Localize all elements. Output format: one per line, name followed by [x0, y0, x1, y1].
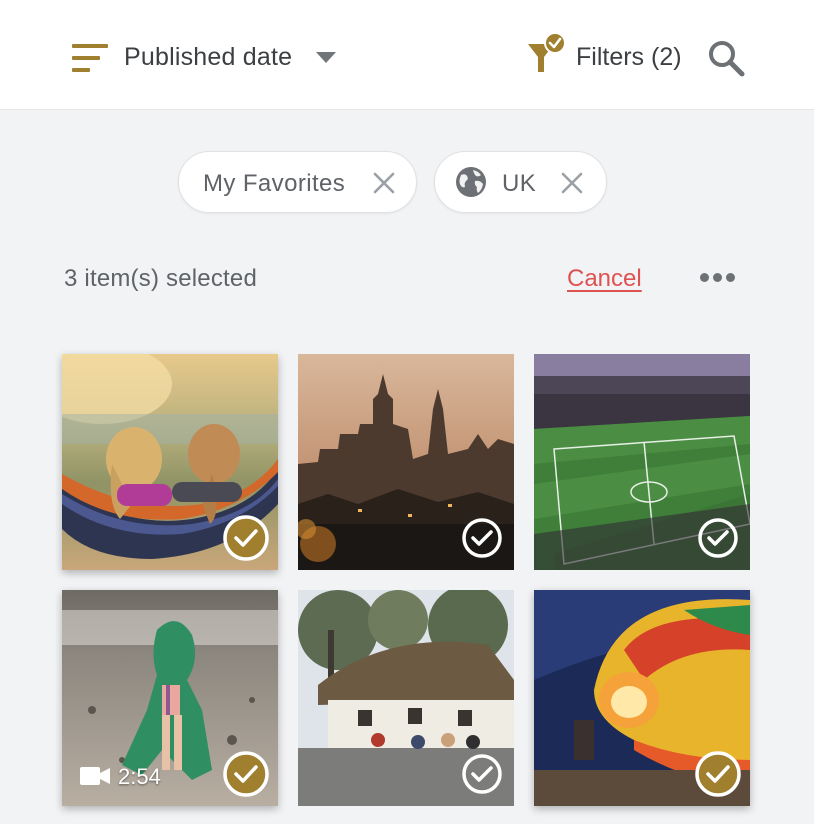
selection-count: 3 item(s) selected	[64, 265, 257, 292]
video-camera-icon	[80, 767, 110, 785]
chevron-down-icon[interactable]	[316, 52, 336, 63]
close-icon[interactable]	[372, 171, 396, 195]
chip-label: My Favorites	[203, 170, 346, 197]
cancel-link[interactable]: Cancel	[567, 265, 642, 293]
photo-tile[interactable]	[298, 590, 514, 806]
top-toolbar: Published date Filters (2)	[0, 0, 814, 110]
close-icon[interactable]	[560, 171, 584, 195]
search-icon[interactable]	[706, 38, 746, 78]
photo-tile[interactable]	[534, 354, 750, 570]
video-tile[interactable]: 2:54	[62, 590, 278, 806]
filters-button[interactable]: Filters (2)	[576, 43, 682, 72]
sort-dropdown-label[interactable]: Published date	[124, 43, 292, 72]
check-circle-icon[interactable]	[694, 514, 742, 562]
check-circle-icon[interactable]	[694, 750, 742, 798]
more-horizontal-icon[interactable]	[700, 271, 736, 285]
photo-tile[interactable]	[62, 354, 278, 570]
sort-lines-icon[interactable]	[72, 44, 108, 72]
video-duration-badge: 2:54	[80, 764, 190, 790]
funnel-check-icon[interactable]	[524, 32, 568, 76]
check-circle-icon[interactable]	[222, 750, 270, 798]
filter-chip-favorites[interactable]: My Favorites	[178, 151, 417, 213]
globe-icon	[456, 167, 486, 197]
photo-tile[interactable]	[298, 354, 514, 570]
check-circle-icon[interactable]	[458, 750, 506, 798]
check-circle-icon[interactable]	[222, 514, 270, 562]
check-circle-icon[interactable]	[458, 514, 506, 562]
video-duration: 2:54	[118, 764, 161, 789]
filter-chip-uk[interactable]: UK	[434, 151, 607, 213]
chip-label: UK	[502, 170, 537, 197]
photo-tile[interactable]	[534, 590, 750, 806]
